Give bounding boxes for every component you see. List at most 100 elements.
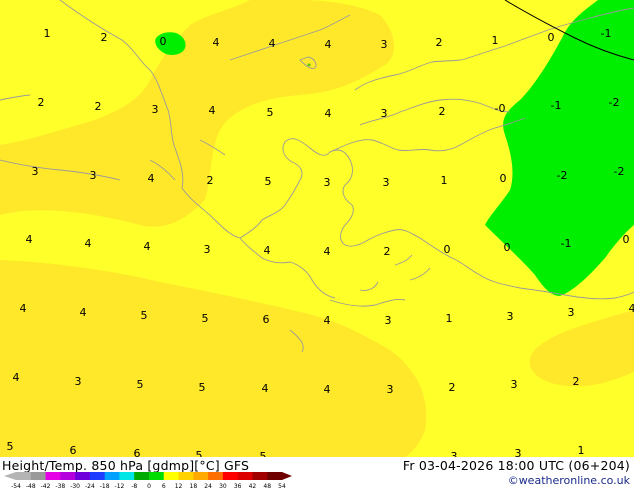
temp-label: 4 (26, 233, 33, 246)
scale-swatch (238, 472, 253, 480)
temp-label: 4 (269, 37, 276, 50)
temp-label: 2 (38, 96, 45, 109)
temp-label: 4 (13, 371, 20, 384)
temp-label: 5 (7, 440, 14, 453)
scale-swatch (252, 472, 267, 480)
scale-tick-label: -54 (11, 483, 21, 490)
temp-label: 4 (148, 172, 155, 185)
temp-label: 2 (95, 100, 102, 113)
scale-swatch (75, 472, 90, 480)
temp-label: 1 (578, 444, 585, 457)
scale-tick-label: 24 (204, 483, 212, 490)
temp-label: 4 (209, 104, 216, 117)
scale-tick-label: -12 (115, 483, 125, 490)
star-marker: * (307, 62, 311, 71)
scale-tick-label: -8 (131, 483, 137, 490)
temp-label: 3 (324, 176, 331, 189)
temp-label: 0 (500, 172, 507, 185)
temp-label: -1 (551, 99, 562, 112)
scale-tick-label: -38 (55, 483, 65, 490)
temp-label: 4 (325, 38, 332, 51)
temp-label: 2 (436, 36, 443, 49)
temp-label: 2 (573, 375, 580, 388)
scale-swatch (60, 472, 75, 480)
scale-tick-label: 54 (278, 483, 286, 490)
temp-label: 4 (324, 314, 331, 327)
temp-label: 4 (20, 302, 27, 315)
scale-swatch (46, 472, 61, 480)
scale-arrow-left (4, 472, 16, 480)
temp-label: -2 (609, 96, 620, 109)
scale-tick-label: -30 (70, 483, 80, 490)
temp-label: 4 (264, 244, 271, 257)
scale-tick-label: -24 (85, 483, 95, 490)
credit-link[interactable]: ©weatheronline.co.uk (508, 474, 630, 487)
temp-label: 4 (262, 382, 269, 395)
scale-tick-label: -18 (100, 483, 110, 490)
scale-swatch (31, 472, 46, 480)
valid-time: Fr 03-04-2026 18:00 UTC (06+204) (403, 458, 630, 473)
temp-label: 3 (90, 169, 97, 182)
scale-tick-label: 6 (162, 483, 166, 490)
temp-label: 2 (449, 381, 456, 394)
temp-label: 3 (383, 176, 390, 189)
temp-label: 5 (137, 378, 144, 391)
temp-label: 3 (381, 107, 388, 120)
temp-label: 2 (439, 105, 446, 118)
temp-label: -1 (561, 237, 572, 250)
scale-tick-label: 48 (263, 483, 271, 490)
scale-arrow-right (282, 472, 292, 480)
scale-swatch (193, 472, 208, 480)
scale-tick-label: 30 (219, 483, 227, 490)
scale-tick-label: 0 (147, 483, 151, 490)
temp-label: 1 (44, 27, 51, 40)
temp-label: 4 (629, 302, 634, 315)
temp-label: -2 (614, 165, 625, 178)
temp-label: 3 (381, 38, 388, 51)
scale-swatch (267, 472, 282, 480)
temp-label: 5 (267, 106, 274, 119)
scale-tick-label: 12 (175, 483, 183, 490)
temp-label: 3 (75, 375, 82, 388)
temp-label: 3 (32, 165, 39, 178)
temp-label: 4 (213, 36, 220, 49)
scale-swatch (179, 472, 194, 480)
scale-swatch (149, 472, 164, 480)
temp-label: 0 (623, 233, 630, 246)
temp-label: 4 (324, 383, 331, 396)
temp-label: -0 (495, 102, 506, 115)
temp-label: 3 (204, 243, 211, 256)
temp-label: 3 (568, 306, 575, 319)
temp-label: 0 (160, 35, 167, 48)
scale-swatch (208, 472, 223, 480)
temp-label: 5 (265, 175, 272, 188)
temp-label: 4 (324, 245, 331, 258)
temp-label: 2 (384, 245, 391, 258)
scale-swatch (223, 472, 238, 480)
temp-label: 1 (492, 34, 499, 47)
map-footer: Height/Temp. 850 hPa [gdmp][°C] GFS Fr 0… (0, 457, 634, 490)
temp-label: 0 (504, 241, 511, 254)
temp-label: 4 (80, 306, 87, 319)
temp-label: 5 (199, 381, 206, 394)
temp-label: 0 (548, 31, 555, 44)
temp-label: 1 (441, 174, 448, 187)
scale-swatch (90, 472, 105, 480)
temp-label: 5 (202, 312, 209, 325)
temp-label: -2 (557, 169, 568, 182)
scale-swatch (119, 472, 134, 480)
temp-label: 2 (207, 174, 214, 187)
temp-label: 3 (387, 383, 394, 396)
temp-label: 4 (144, 240, 151, 253)
scale-tick-label: 18 (190, 483, 198, 490)
scale-swatch (134, 472, 149, 480)
temp-label: 5 (141, 309, 148, 322)
weather-map: * 1204443210-122345432-0-1-2334253310-2-… (0, 0, 634, 490)
temp-label: -1 (601, 27, 612, 40)
temp-label: 4 (85, 237, 92, 250)
temp-label: 3 (385, 314, 392, 327)
scale-tick-label: -42 (41, 483, 51, 490)
temp-label: 1 (446, 312, 453, 325)
temp-label: 6 (70, 444, 77, 457)
temp-label: 4 (325, 107, 332, 120)
